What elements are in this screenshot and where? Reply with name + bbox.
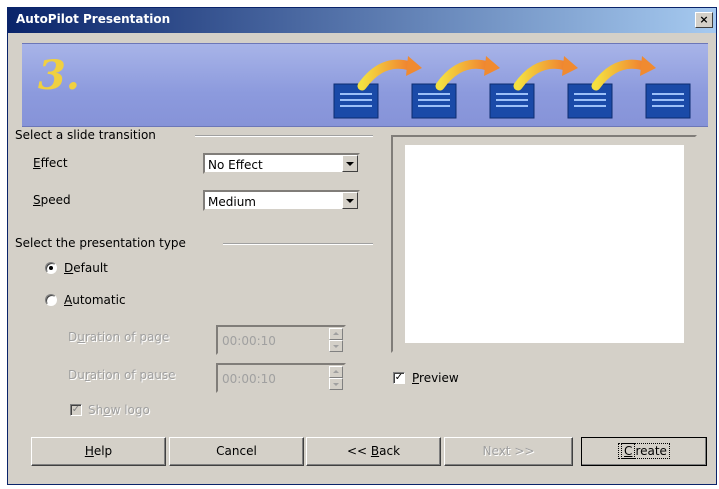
spin-down-icon[interactable] bbox=[329, 340, 343, 352]
effect-value: No Effect bbox=[208, 158, 263, 172]
duration-page-spinner[interactable]: 00:00:10 bbox=[216, 325, 346, 355]
close-button[interactable]: × bbox=[695, 12, 713, 28]
speed-dropdown[interactable]: Medium bbox=[203, 190, 360, 211]
duration-pause-label: Duration of pause bbox=[68, 368, 176, 382]
speed-label: Speed bbox=[33, 193, 71, 207]
preview-canvas bbox=[405, 145, 684, 343]
automatic-radio[interactable] bbox=[45, 294, 57, 306]
spin-up-icon[interactable] bbox=[329, 366, 343, 378]
default-label[interactable]: Default bbox=[64, 261, 108, 275]
transition-section-label: Select a slide transition bbox=[15, 128, 156, 142]
help-button[interactable]: Help bbox=[31, 437, 166, 466]
duration-pause-spinner[interactable]: 00:00:10 bbox=[216, 363, 346, 393]
wizard-banner: 3. bbox=[22, 43, 708, 127]
spin-down-icon[interactable] bbox=[329, 378, 343, 390]
step-number: 3. bbox=[38, 52, 80, 99]
presentation-type-section-label: Select the presentation type bbox=[15, 236, 186, 250]
next-button[interactable]: Next >> bbox=[444, 437, 573, 466]
title-bar[interactable]: AutoPilot Presentation × bbox=[8, 8, 716, 33]
spin-up-icon[interactable] bbox=[329, 328, 343, 340]
duration-pause-value: 00:00:10 bbox=[222, 372, 276, 386]
back-button[interactable]: << Back bbox=[306, 437, 441, 466]
chevron-down-icon[interactable] bbox=[342, 155, 358, 172]
effect-label: Effect bbox=[33, 156, 68, 170]
preview-pane bbox=[391, 135, 697, 353]
duration-page-value: 00:00:10 bbox=[222, 334, 276, 348]
slide-sequence-icon bbox=[333, 56, 691, 119]
default-radio[interactable] bbox=[45, 262, 57, 274]
show-logo-checkbox[interactable]: ✓ bbox=[70, 404, 82, 416]
automatic-label[interactable]: Automatic bbox=[64, 293, 126, 307]
preview-checkbox[interactable]: ✓ bbox=[393, 372, 405, 384]
autopilot-dialog: AutoPilot Presentation × 3. Select a sli… bbox=[7, 7, 717, 485]
duration-page-label: Duration of page bbox=[68, 330, 170, 344]
create-button[interactable]: Create bbox=[581, 437, 707, 466]
transition-divider bbox=[195, 135, 373, 137]
preview-label[interactable]: Preview bbox=[412, 371, 459, 385]
effect-dropdown[interactable]: No Effect bbox=[203, 153, 360, 174]
chevron-down-icon[interactable] bbox=[342, 192, 358, 209]
cancel-button[interactable]: Cancel bbox=[169, 437, 304, 466]
presentation-type-divider bbox=[223, 243, 373, 245]
window-title: AutoPilot Presentation bbox=[16, 12, 171, 26]
show-logo-label[interactable]: Show logo bbox=[88, 403, 150, 417]
speed-value: Medium bbox=[208, 195, 256, 209]
